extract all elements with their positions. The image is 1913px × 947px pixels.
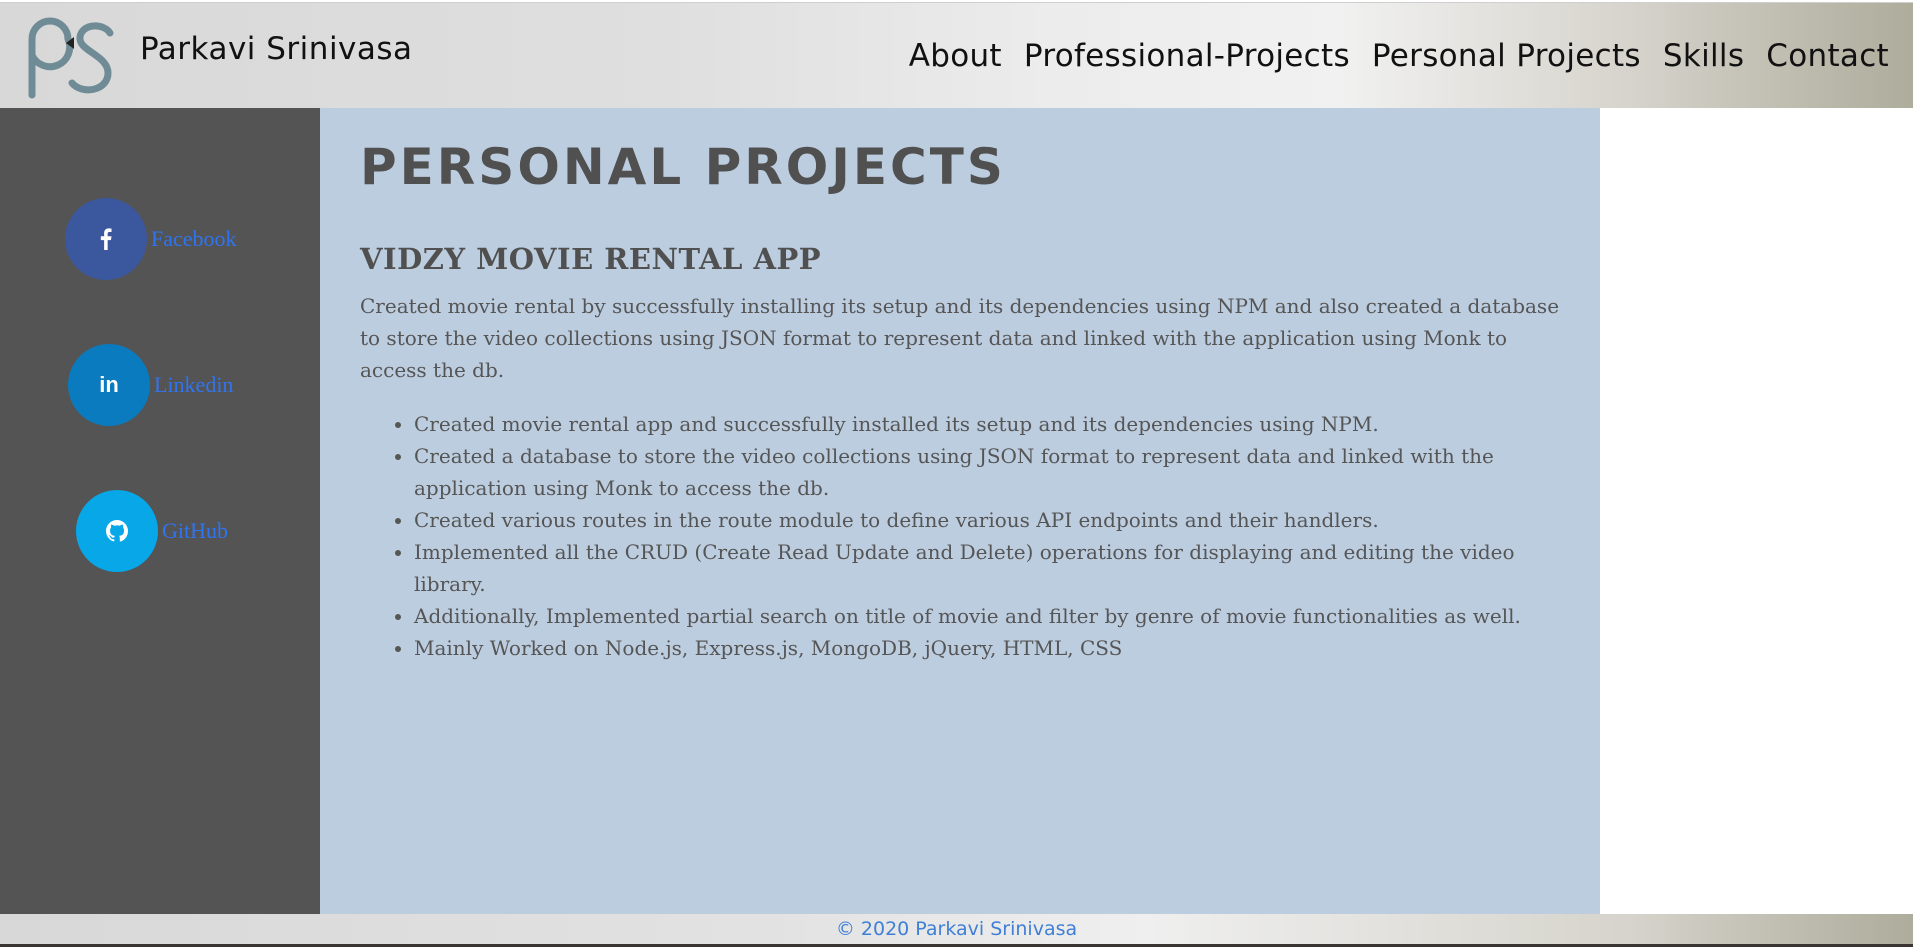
linkedin-icon[interactable]: in [68, 344, 150, 426]
facebook-link[interactable]: Facebook [65, 198, 237, 280]
social-sidebar: Facebook in Linkedin GitHub [0, 108, 320, 914]
github-icon[interactable] [76, 490, 158, 572]
github-label[interactable]: GitHub [162, 518, 228, 544]
nav-contact[interactable]: Contact [1766, 38, 1889, 74]
list-item: Implemented all the CRUD (Create Read Up… [414, 536, 1564, 600]
ps-logo[interactable] [24, 17, 116, 99]
list-item: Mainly Worked on Node.js, Express.js, Mo… [414, 632, 1564, 664]
facebook-label[interactable]: Facebook [151, 226, 237, 252]
main-content: PERSONAL PROJECTS VIDZY MOVIE RENTAL APP… [320, 108, 1600, 914]
nav-professional-projects[interactable]: Professional-Projects [1024, 38, 1350, 74]
nav-about[interactable]: About [909, 38, 1002, 74]
main-nav: About Professional-Projects Personal Pro… [909, 38, 1889, 74]
nav-personal-projects[interactable]: Personal Projects [1372, 38, 1641, 74]
nav-skills[interactable]: Skills [1663, 38, 1744, 74]
site-name[interactable]: Parkavi Srinivasa [140, 31, 413, 67]
list-item: Additionally, Implemented partial search… [414, 600, 1564, 632]
list-item: Created a database to store the video co… [414, 440, 1564, 504]
github-link[interactable]: GitHub [76, 490, 228, 572]
list-item: Created movie rental app and successfull… [414, 408, 1564, 440]
copyright-text: © 2020 Parkavi Srinivasa [835, 918, 1078, 940]
footer: © 2020 Parkavi Srinivasa [0, 914, 1913, 944]
facebook-icon[interactable] [65, 198, 147, 280]
linkedin-link[interactable]: in Linkedin [68, 344, 233, 426]
project-title: VIDZY MOVIE RENTAL APP [360, 242, 822, 276]
top-navbar: Parkavi Srinivasa About Professional-Pro… [0, 2, 1913, 108]
page-title: PERSONAL PROJECTS [360, 138, 1006, 196]
project-description: Created movie rental by successfully ins… [360, 294, 1560, 382]
list-item: Created various routes in the route modu… [414, 504, 1564, 536]
linkedin-label[interactable]: Linkedin [154, 372, 233, 398]
project-bullets: Created movie rental app and successfull… [414, 408, 1564, 664]
